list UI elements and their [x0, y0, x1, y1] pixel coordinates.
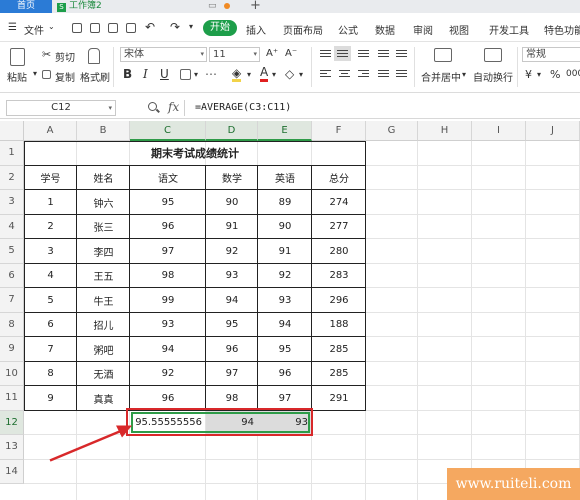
export-icon[interactable]: [90, 23, 100, 33]
menu-special[interactable]: 特色功能: [544, 22, 580, 37]
percent-button[interactable]: %: [550, 68, 560, 81]
menu-file[interactable]: 文件: [24, 22, 44, 37]
menu-developer[interactable]: 开发工具: [489, 22, 529, 37]
fill-dropdown-icon[interactable]: ▾: [247, 70, 251, 79]
underline-button[interactable]: U: [160, 67, 169, 81]
border-dropdown-icon[interactable]: ▾: [194, 70, 198, 79]
annotation-arrow: [49, 425, 132, 462]
window-icon[interactable]: ▭: [208, 0, 217, 13]
wrap-text-icon[interactable]: [484, 48, 502, 62]
scissors-icon[interactable]: ✂: [42, 48, 51, 61]
document-tab-bar: 首页 S 工作簿2 ▭ +: [0, 0, 580, 13]
tab-home[interactable]: 首页: [0, 0, 52, 13]
name-box[interactable]: C12 ▾: [6, 100, 116, 116]
chevron-down-icon: ▾: [253, 50, 257, 58]
format-painter-icon[interactable]: [88, 48, 100, 64]
font-color-dropdown-icon[interactable]: ▾: [272, 70, 276, 79]
merge-cells-icon[interactable]: [434, 48, 452, 62]
clear-dropdown-icon[interactable]: ▾: [299, 70, 303, 79]
font-color-icon[interactable]: A: [260, 66, 269, 82]
menu-data[interactable]: 数据: [375, 22, 395, 37]
chevron-down-icon: ▾: [200, 50, 204, 58]
redo-icon[interactable]: ↷: [170, 20, 180, 34]
cell-reference: C12: [51, 102, 71, 113]
divider: [311, 47, 312, 87]
font-name-value: 宋体: [124, 49, 144, 60]
divider: [113, 47, 114, 87]
font-size-select[interactable]: 11 ▾: [209, 47, 260, 62]
quick-access-dropdown-icon[interactable]: ▾: [189, 22, 193, 31]
arrow-shaft: [49, 429, 123, 462]
tab-workbook-label: 工作簿2: [69, 1, 102, 11]
formula-input[interactable]: =AVERAGE(C3:C11): [184, 100, 580, 116]
undo-icon[interactable]: ↶: [145, 20, 155, 34]
paste-button[interactable]: 粘贴: [7, 69, 27, 84]
number-format-value: 常规: [526, 49, 546, 60]
currency-dropdown-icon[interactable]: ▾: [537, 70, 541, 79]
new-tab-button[interactable]: +: [250, 0, 261, 13]
ribbon-toolbar: 粘贴 ▾ ✂ 剪切 复制 格式刷 宋体 ▾ 11 ▾ A⁺ A⁻ B I U ▾ ⋯…: [0, 43, 580, 93]
font-size-value: 11: [213, 49, 226, 60]
increase-font-button[interactable]: A⁺: [266, 48, 278, 59]
border-icon[interactable]: [180, 69, 191, 80]
copy-icon[interactable]: [42, 70, 51, 79]
menu-formulas[interactable]: 公式: [338, 22, 358, 37]
divider: [517, 47, 518, 87]
format-painter-button[interactable]: 格式刷: [80, 69, 110, 84]
menu-start[interactable]: 开始: [203, 20, 237, 36]
print-preview-icon[interactable]: [126, 23, 136, 33]
menu-review[interactable]: 审阅: [413, 22, 433, 37]
paste-dropdown-icon[interactable]: ▾: [33, 69, 37, 78]
menu-bar: ☰ 文件 ⌄ ↶ ↷ ▾ 开始 插入 页面布局 公式 数据 审阅 视图 开发工具…: [0, 14, 580, 42]
menu-view[interactable]: 视图: [449, 22, 469, 37]
save-icon[interactable]: [72, 23, 82, 33]
font-name-select[interactable]: 宋体 ▾: [120, 47, 207, 62]
merge-dropdown-icon[interactable]: ▾: [462, 70, 466, 79]
menu-icon[interactable]: ☰: [8, 22, 17, 33]
zoom-icon[interactable]: [148, 102, 157, 111]
unsaved-dot-icon: [224, 3, 230, 9]
spreadsheet-icon: S: [57, 3, 66, 12]
merge-center-button[interactable]: 合并居中: [421, 69, 461, 84]
formula-bar: C12 ▾ fx =AVERAGE(C3:C11): [0, 97, 580, 119]
decrease-font-button[interactable]: A⁻: [285, 48, 297, 59]
wrap-text-button[interactable]: 自动换行: [473, 69, 513, 84]
paste-icon[interactable]: [10, 48, 25, 66]
cut-button[interactable]: 剪切: [55, 49, 75, 64]
menu-page-layout[interactable]: 页面布局: [283, 22, 323, 37]
divider: [414, 47, 415, 87]
spreadsheet-grid[interactable]: A B C D E F G H I J 1 2 3 4 5 6 7 8 9 10 11 12 13 14 期末考试成绩统计 学号姓…: [0, 121, 580, 500]
file-dropdown-icon[interactable]: ⌄: [48, 22, 55, 31]
spreadsheet-app: 首页 S 工作簿2 ▭ + ☰ 文件 ⌄ ↶ ↷ ▾ 开始 插入 页面布局 公式 …: [0, 0, 580, 500]
align-middle-icon[interactable]: [334, 46, 351, 61]
watermark: www.ruiteli.com: [447, 468, 580, 500]
thousands-button[interactable]: 000: [566, 69, 580, 79]
number-format-select[interactable]: 常规: [522, 47, 580, 62]
tab-workbook[interactable]: S 工作簿2: [57, 0, 177, 13]
insert-function-button[interactable]: fx: [168, 100, 179, 114]
copy-button[interactable]: 复制: [55, 69, 75, 84]
print-icon[interactable]: [108, 23, 118, 33]
chevron-down-icon: ▾: [108, 104, 112, 112]
menu-insert[interactable]: 插入: [246, 22, 266, 37]
italic-button[interactable]: I: [143, 67, 148, 81]
currency-button[interactable]: ¥: [525, 68, 532, 81]
fill-color-icon[interactable]: ◈: [232, 67, 242, 82]
bold-button[interactable]: B: [123, 67, 132, 81]
clear-format-icon[interactable]: ◇: [285, 67, 294, 81]
more-icon[interactable]: ⋯: [205, 67, 217, 81]
